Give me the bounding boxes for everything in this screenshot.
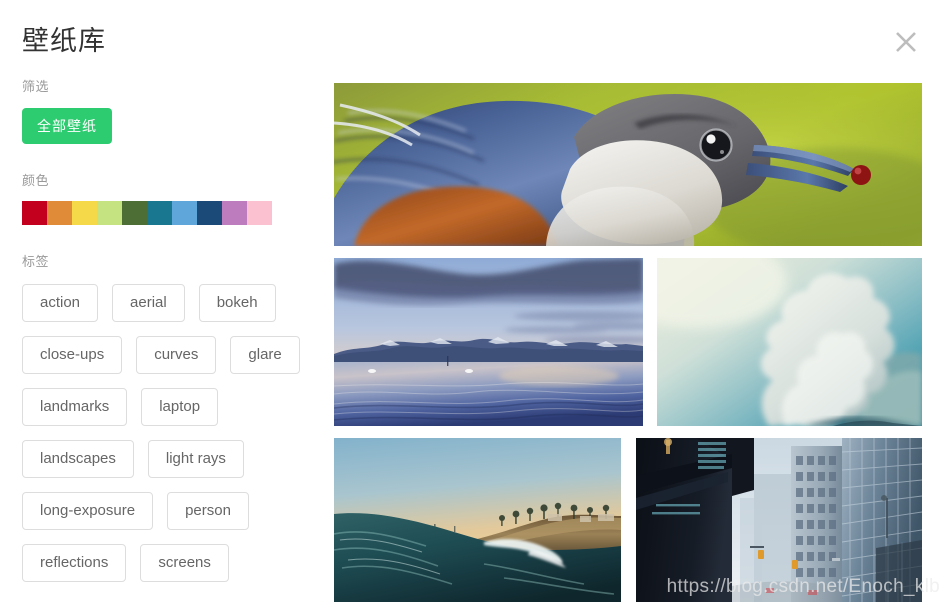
tag-row: long-exposure person	[22, 492, 330, 530]
tag-landscapes[interactable]: landscapes	[22, 440, 134, 478]
page-title: 壁纸库	[22, 26, 106, 56]
color-swatch-navy[interactable]	[197, 201, 222, 225]
tag-laptop[interactable]: laptop	[141, 388, 219, 426]
color-swatch-crimson[interactable]	[22, 201, 47, 225]
tag-long-exposure[interactable]: long-exposure	[22, 492, 154, 530]
color-swatch-light-green[interactable]	[97, 201, 122, 225]
color-swatch-dark-green[interactable]	[122, 201, 147, 225]
color-swatch-yellow[interactable]	[72, 201, 97, 225]
color-swatch-list	[22, 201, 272, 225]
color-section-label: 颜色	[22, 173, 50, 188]
filter-sidebar: 筛选 全部壁纸 颜色 标签 action aerial bokeh close-ups…	[0, 78, 330, 602]
tags-section-label: 标签	[22, 254, 50, 269]
photo-lake-mountains-sunset-image	[334, 258, 643, 426]
tag-row: landscapes light rays	[22, 440, 330, 478]
tag-bokeh[interactable]: bokeh	[198, 284, 276, 322]
photo-ocean-wave-coast-image	[334, 438, 621, 602]
tag-row: close-ups curves glare	[22, 336, 330, 374]
tag-list: action aerial bokeh close-ups curves glare lan…	[22, 284, 330, 582]
tag-curves[interactable]: curves	[136, 336, 217, 374]
filter-section-label: 筛选	[22, 79, 50, 94]
tag-row: reflections screens	[22, 544, 330, 582]
color-swatch-sky-blue[interactable]	[172, 201, 197, 225]
photo-city-skyscrapers[interactable]	[636, 438, 922, 602]
color-swatch-orange[interactable]	[47, 201, 72, 225]
tag-row: action aerial bokeh	[22, 284, 330, 322]
photo-nuthatch-bird-image	[334, 83, 922, 246]
photo-teal-clouds-image	[657, 258, 922, 426]
tag-reflections[interactable]: reflections	[22, 544, 127, 582]
tag-glare[interactable]: glare	[230, 336, 300, 374]
tag-person[interactable]: person	[167, 492, 249, 530]
tag-row: landmarks laptop	[22, 388, 330, 426]
tag-close-ups[interactable]: close-ups	[22, 336, 123, 374]
tag-light-rays[interactable]: light rays	[147, 440, 244, 478]
all-wallpapers-button[interactable]: 全部壁纸	[22, 108, 112, 144]
wallpaper-library-modal: 壁纸库 筛选 全部壁纸 颜色 标签 action aerial bokeh close…	[0, 0, 944, 602]
tag-action[interactable]: action	[22, 284, 99, 322]
tag-screens[interactable]: screens	[140, 544, 229, 582]
photo-nuthatch-bird[interactable]	[334, 83, 922, 246]
color-swatch-pink[interactable]	[247, 201, 272, 225]
photo-city-skyscrapers-image	[636, 438, 922, 602]
photo-ocean-wave-coast[interactable]	[334, 438, 621, 602]
tag-aerial[interactable]: aerial	[112, 284, 185, 322]
photo-teal-clouds[interactable]	[657, 258, 922, 426]
color-swatch-orchid[interactable]	[222, 201, 247, 225]
photo-lake-mountains-sunset[interactable]	[334, 258, 643, 426]
wallpaper-gallery	[334, 83, 922, 602]
close-icon[interactable]	[886, 22, 926, 62]
color-swatch-teal[interactable]	[147, 201, 172, 225]
tag-landmarks[interactable]: landmarks	[22, 388, 128, 426]
